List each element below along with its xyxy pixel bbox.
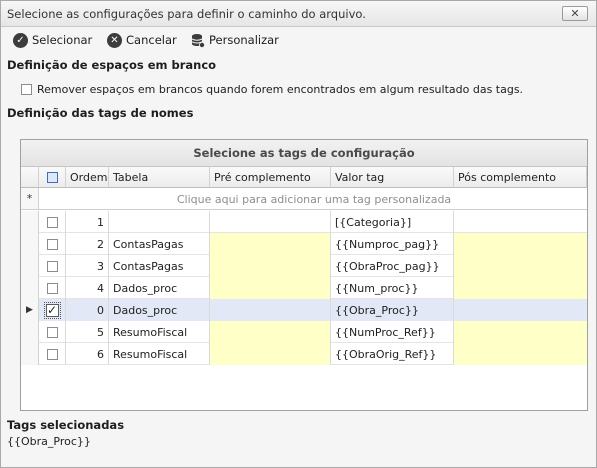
row-indicator[interactable] bbox=[21, 277, 39, 299]
select-all-checkbox[interactable] bbox=[46, 171, 58, 183]
row-indicator[interactable] bbox=[21, 321, 39, 343]
remove-whitespace-checkbox[interactable] bbox=[21, 84, 32, 95]
check-circle-icon: ✓ bbox=[13, 32, 28, 48]
row-indicator[interactable]: ▶ bbox=[21, 299, 39, 321]
tag-value-cell[interactable]: {{NumProc_Ref}} bbox=[331, 321, 454, 343]
new-row-indicator: * bbox=[21, 188, 39, 209]
row-indicator[interactable] bbox=[21, 343, 39, 365]
table-cell[interactable] bbox=[109, 211, 210, 233]
row-checkbox-cell[interactable] bbox=[39, 211, 66, 233]
grid-group-header: Selecione as tags de configuração bbox=[21, 140, 587, 167]
column-header-tag-value[interactable]: Valor tag bbox=[331, 167, 454, 188]
table-cell[interactable]: ResumoFiscal bbox=[109, 343, 210, 365]
close-button[interactable]: ✕ bbox=[562, 6, 588, 21]
order-cell[interactable]: 2 bbox=[66, 233, 109, 255]
customize-button-label: Personalizar bbox=[209, 33, 279, 47]
table-cell[interactable]: Dados_proc bbox=[109, 277, 210, 299]
row-checkbox-cell[interactable] bbox=[39, 277, 66, 299]
row-checkbox[interactable] bbox=[46, 348, 58, 360]
row-checkbox-cell[interactable] bbox=[39, 343, 66, 365]
pre-complement-cell[interactable] bbox=[210, 233, 331, 255]
table-row[interactable]: 1 [{Categoria}] bbox=[21, 211, 587, 233]
pre-complement-cell[interactable] bbox=[210, 299, 331, 321]
tag-value-cell[interactable]: {{ObraProc_pag}} bbox=[331, 255, 454, 277]
row-checkbox[interactable] bbox=[46, 260, 58, 272]
table-cell[interactable]: ResumoFiscal bbox=[109, 321, 210, 343]
column-header-pre-complement[interactable]: Pré complemento bbox=[210, 167, 331, 188]
post-complement-cell[interactable] bbox=[454, 277, 587, 299]
order-cell[interactable]: 3 bbox=[66, 255, 109, 277]
row-checkbox[interactable] bbox=[46, 238, 58, 250]
row-indicator[interactable] bbox=[21, 255, 39, 277]
tag-value-cell[interactable]: {{ObraOrig_Ref}} bbox=[331, 343, 454, 365]
title-bar: Selecione as configurações para definir … bbox=[1, 1, 596, 27]
table-cell[interactable]: ContasPagas bbox=[109, 255, 210, 277]
pre-complement-cell[interactable] bbox=[210, 343, 331, 365]
pre-complement-cell[interactable] bbox=[210, 321, 331, 343]
row-checkbox-cell[interactable] bbox=[39, 233, 66, 255]
column-header-table[interactable]: Tabela bbox=[109, 167, 210, 188]
order-cell[interactable]: 1 bbox=[66, 211, 109, 233]
post-complement-cell[interactable] bbox=[454, 343, 587, 365]
table-cell[interactable]: ContasPagas bbox=[109, 233, 210, 255]
row-checkbox-cell[interactable] bbox=[39, 255, 66, 277]
new-tag-hint[interactable]: Clique aqui para adicionar uma tag perso… bbox=[41, 193, 587, 206]
order-cell[interactable]: 0 bbox=[66, 299, 109, 321]
table-row[interactable]: 4 Dados_proc {{Num_proc}} bbox=[21, 277, 587, 299]
column-header-post-complement[interactable]: Pós complemento bbox=[454, 167, 587, 188]
customize-button[interactable]: Personalizar bbox=[191, 31, 279, 49]
whitespace-section-title: Definição de espaços em branco bbox=[7, 58, 217, 72]
pre-complement-cell[interactable] bbox=[210, 255, 331, 277]
tags-section-title: Definição das tags de nomes bbox=[7, 106, 194, 120]
row-indicator[interactable] bbox=[21, 211, 39, 233]
tag-value-cell[interactable]: [{Categoria}] bbox=[331, 211, 454, 233]
table-row[interactable]: 6 ResumoFiscal {{ObraOrig_Ref}} bbox=[21, 343, 587, 365]
select-all-header[interactable] bbox=[39, 167, 66, 188]
row-indicator[interactable] bbox=[21, 233, 39, 255]
table-row[interactable]: 3 ContasPagas {{ObraProc_pag}} bbox=[21, 255, 587, 277]
column-header-order[interactable]: Ordem bbox=[66, 167, 109, 188]
post-complement-cell[interactable] bbox=[454, 233, 587, 255]
cancel-button-label: Cancelar bbox=[126, 33, 177, 47]
pre-complement-cell[interactable] bbox=[210, 277, 331, 299]
selected-tags-value: {{Obra_Proc}} bbox=[7, 435, 91, 448]
cancel-button[interactable]: ✕ Cancelar bbox=[107, 31, 177, 49]
row-checkbox[interactable] bbox=[46, 326, 58, 338]
select-button[interactable]: ✓ Selecionar bbox=[13, 31, 92, 49]
toolbar: ✓ Selecionar ✕ Cancelar Personalizar bbox=[1, 28, 596, 52]
new-tag-row[interactable]: * Clique aqui para adicionar uma tag per… bbox=[21, 188, 587, 210]
cancel-circle-icon: ✕ bbox=[107, 32, 122, 48]
dialog-window: Selecione as configurações para definir … bbox=[0, 0, 597, 468]
select-button-label: Selecionar bbox=[32, 33, 93, 47]
selected-tags-title: Tags selecionadas bbox=[7, 418, 125, 432]
window-title: Selecione as configurações para definir … bbox=[7, 7, 366, 21]
table-cell[interactable]: Dados_proc bbox=[109, 299, 210, 321]
table-row[interactable]: 2 ContasPagas {{Numproc_pag}} bbox=[21, 233, 587, 255]
remove-whitespace-label: Remover espaços em brancos quando forem … bbox=[37, 83, 524, 96]
table-row[interactable]: 5 ResumoFiscal {{NumProc_Ref}} bbox=[21, 321, 587, 343]
database-gear-icon bbox=[191, 33, 205, 48]
row-checkbox[interactable] bbox=[46, 282, 58, 294]
post-complement-cell[interactable] bbox=[454, 211, 587, 233]
post-complement-cell[interactable] bbox=[454, 299, 587, 321]
close-icon: ✕ bbox=[570, 7, 580, 20]
tags-grid: Selecione as tags de configuração Ordem … bbox=[20, 139, 588, 411]
pre-complement-cell[interactable] bbox=[210, 211, 331, 233]
order-cell[interactable]: 5 bbox=[66, 321, 109, 343]
row-checkbox-cell[interactable]: ✓ bbox=[39, 299, 66, 321]
row-checkbox-checked[interactable]: ✓ bbox=[43, 301, 61, 319]
post-complement-cell[interactable] bbox=[454, 255, 587, 277]
order-cell[interactable]: 4 bbox=[66, 277, 109, 299]
row-indicator-header bbox=[21, 167, 39, 188]
tag-value-cell[interactable]: {{Obra_Proc}} bbox=[331, 299, 454, 321]
table-row[interactable]: ▶ ✓ 0 Dados_proc {{Obra_Proc}} bbox=[21, 299, 587, 321]
tag-value-cell[interactable]: {{Num_proc}} bbox=[331, 277, 454, 299]
post-complement-cell[interactable] bbox=[454, 321, 587, 343]
order-cell[interactable]: 6 bbox=[66, 343, 109, 365]
row-checkbox-cell[interactable] bbox=[39, 321, 66, 343]
tag-value-cell[interactable]: {{Numproc_pag}} bbox=[331, 233, 454, 255]
row-checkbox[interactable] bbox=[46, 216, 58, 228]
remove-whitespace-option[interactable]: Remover espaços em brancos quando forem … bbox=[21, 83, 523, 96]
